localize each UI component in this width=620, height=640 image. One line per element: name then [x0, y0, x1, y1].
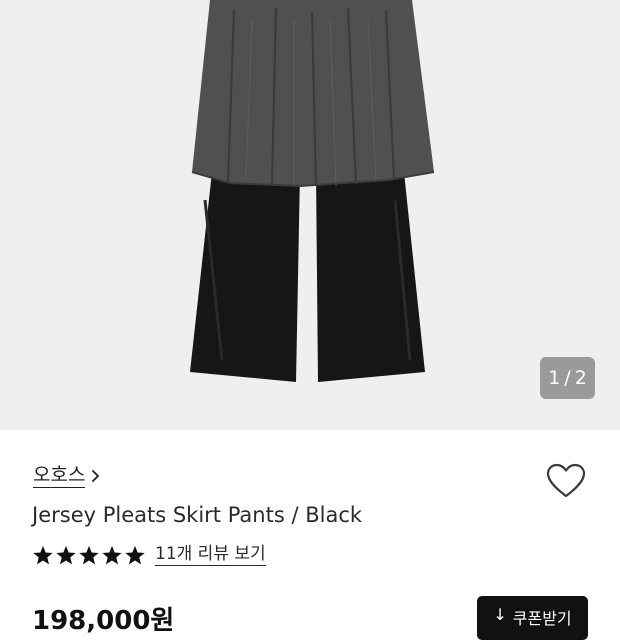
review-link[interactable]: 11개 리뷰 보기 — [155, 544, 266, 566]
star-icon — [125, 545, 145, 564]
product-info: 오호스 Jersey Pleats Skirt Pants / Black 11… — [0, 430, 620, 640]
heart-icon[interactable] — [546, 463, 586, 499]
star-icon — [102, 545, 122, 564]
total-pages: 2 — [574, 367, 587, 389]
download-arrow-icon: ↓ — [493, 605, 507, 624]
rating-row: 11개 리뷰 보기 — [32, 544, 266, 566]
star-icon — [56, 545, 76, 564]
star-rating — [32, 545, 147, 566]
product-photo — [190, 0, 435, 382]
coupon-button-label: 쿠폰받기 — [512, 609, 572, 628]
star-icon — [79, 545, 99, 564]
star-icon — [33, 545, 53, 564]
brand-name: 오호스 — [33, 464, 86, 488]
product-title: Jersey Pleats Skirt Pants / Black — [32, 503, 363, 527]
image-page-indicator: 1 / 2 — [540, 357, 595, 399]
coupon-button[interactable]: ↓ 쿠폰받기 — [477, 596, 588, 640]
chevron-right-icon — [92, 470, 100, 482]
product-image-gallery[interactable]: 1 / 2 — [0, 0, 620, 430]
product-price: 198,000원 — [32, 606, 175, 636]
current-page: 1 — [548, 367, 561, 389]
brand-link[interactable]: 오호스 — [33, 464, 101, 488]
page-separator: / — [564, 367, 571, 389]
